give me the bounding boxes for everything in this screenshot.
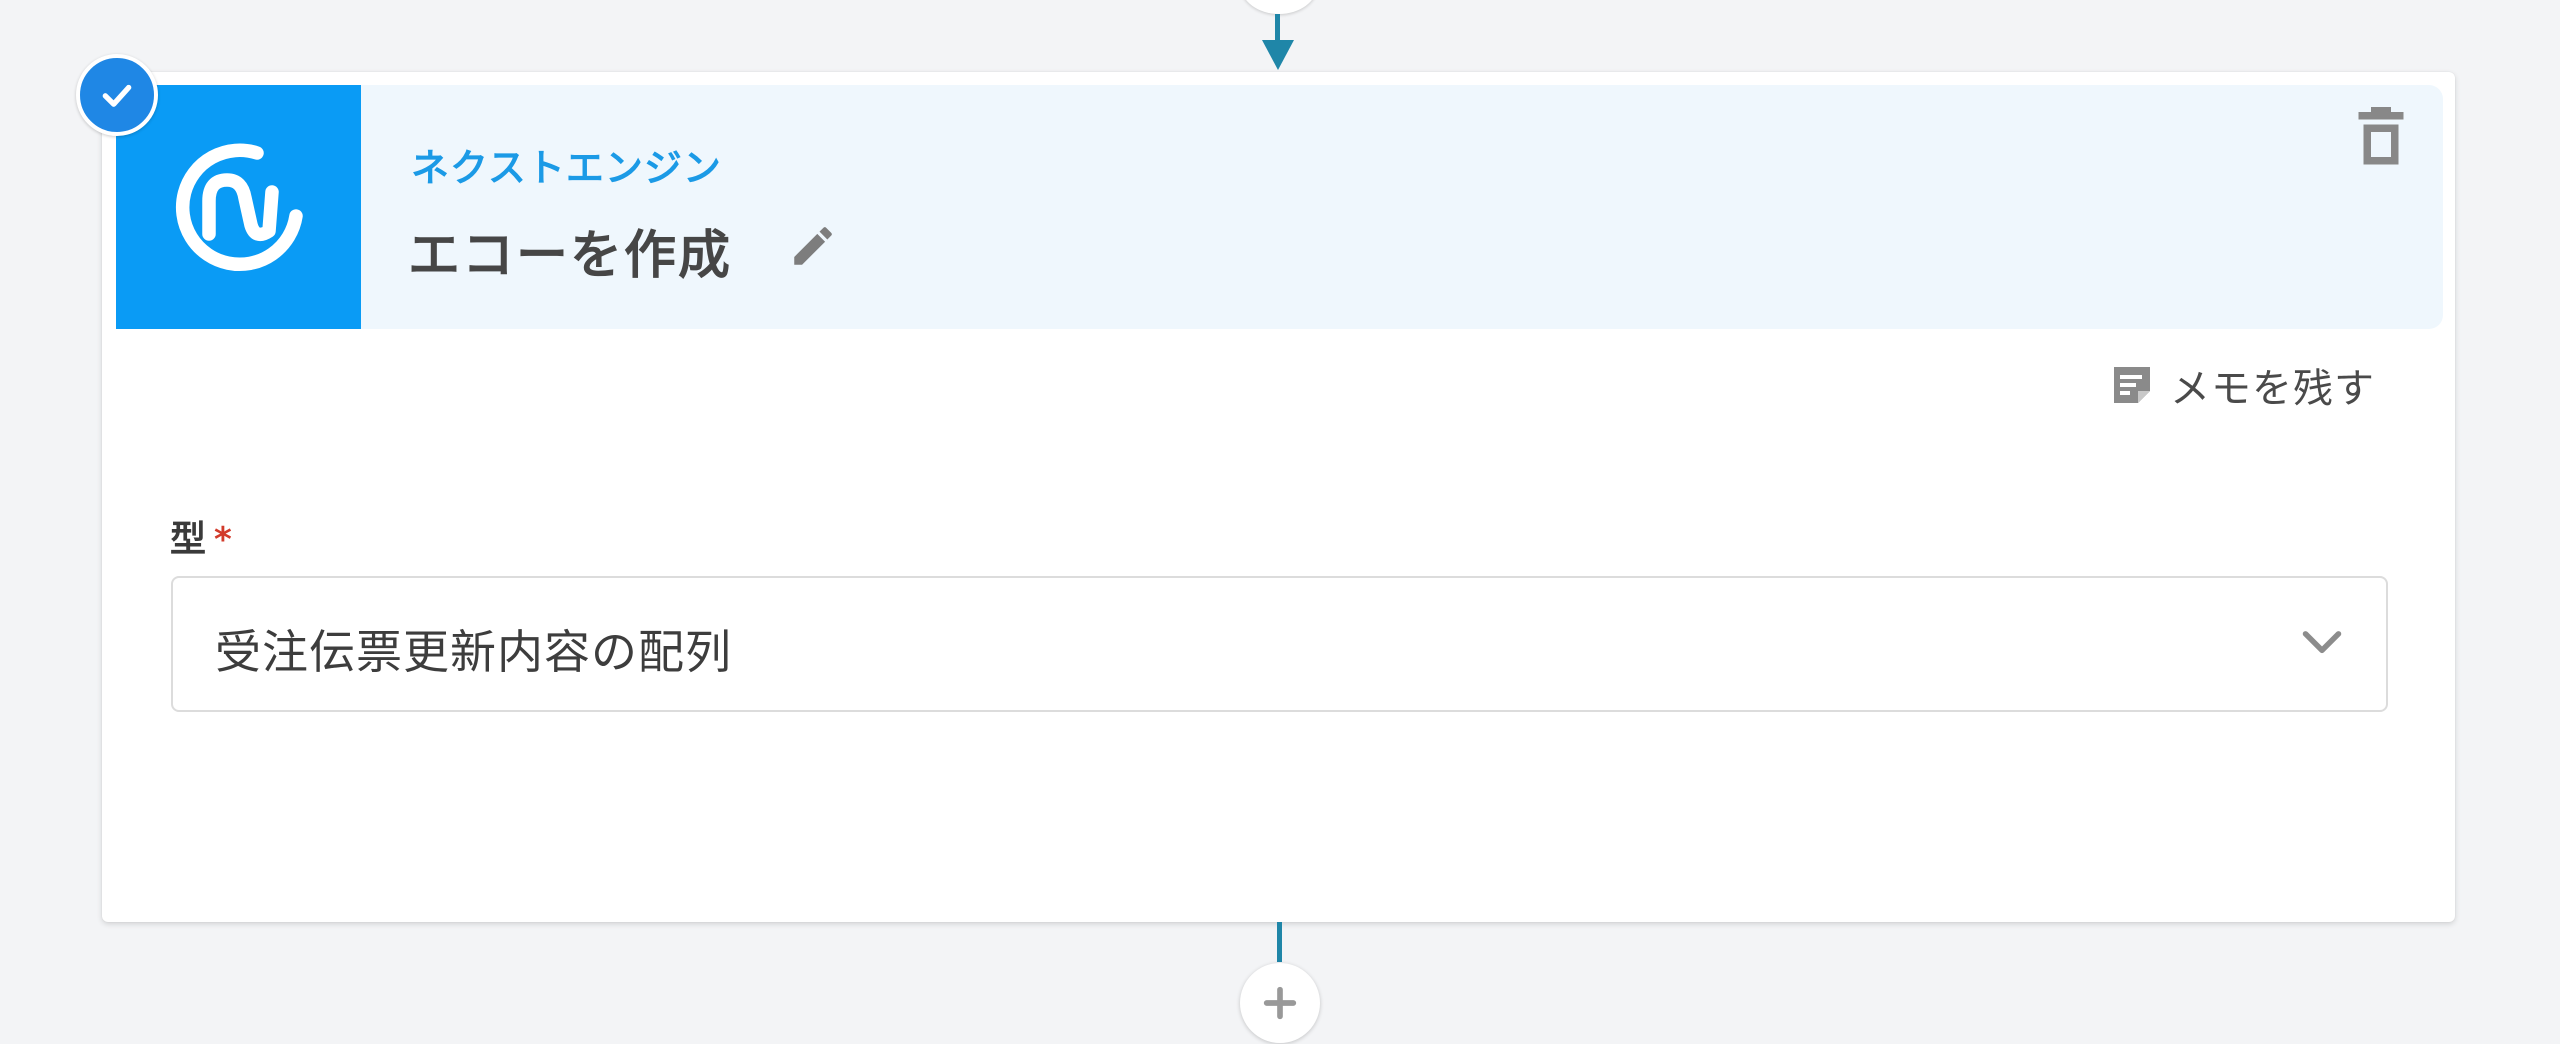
flow-arrow-down-icon	[1262, 40, 1294, 70]
app-logo	[116, 85, 361, 329]
pencil-icon[interactable]	[788, 221, 838, 271]
trash-icon[interactable]	[2356, 107, 2406, 167]
action-title: エコーを作成	[408, 226, 733, 286]
step-completed-badge	[76, 54, 158, 136]
memo-icon	[2114, 367, 2150, 403]
app-name: ネクストエンジン	[411, 146, 722, 190]
type-select-value: 受注伝票更新内容の配列	[215, 625, 732, 679]
step-header[interactable]: ネクストエンジン エコーを作成	[116, 85, 2443, 329]
check-icon	[102, 84, 132, 107]
flow-connector-line-bottom	[1277, 922, 1282, 962]
leave-memo-label: メモを残す	[2170, 366, 2375, 412]
chevron-down-icon	[2302, 631, 2342, 654]
type-field-label: 型 *	[170, 510, 232, 562]
type-field-label-text: 型	[170, 519, 207, 560]
plus-icon	[1263, 986, 1297, 1020]
required-indicator: *	[214, 520, 232, 560]
previous-step-connector-node	[1241, 0, 1317, 14]
next-engine-logo-icon	[175, 143, 303, 272]
type-select[interactable]: 受注伝票更新内容の配列	[171, 576, 2388, 712]
leave-memo-button[interactable]: メモを残す	[2108, 358, 2375, 412]
add-step-button[interactable]	[1240, 963, 1320, 1043]
